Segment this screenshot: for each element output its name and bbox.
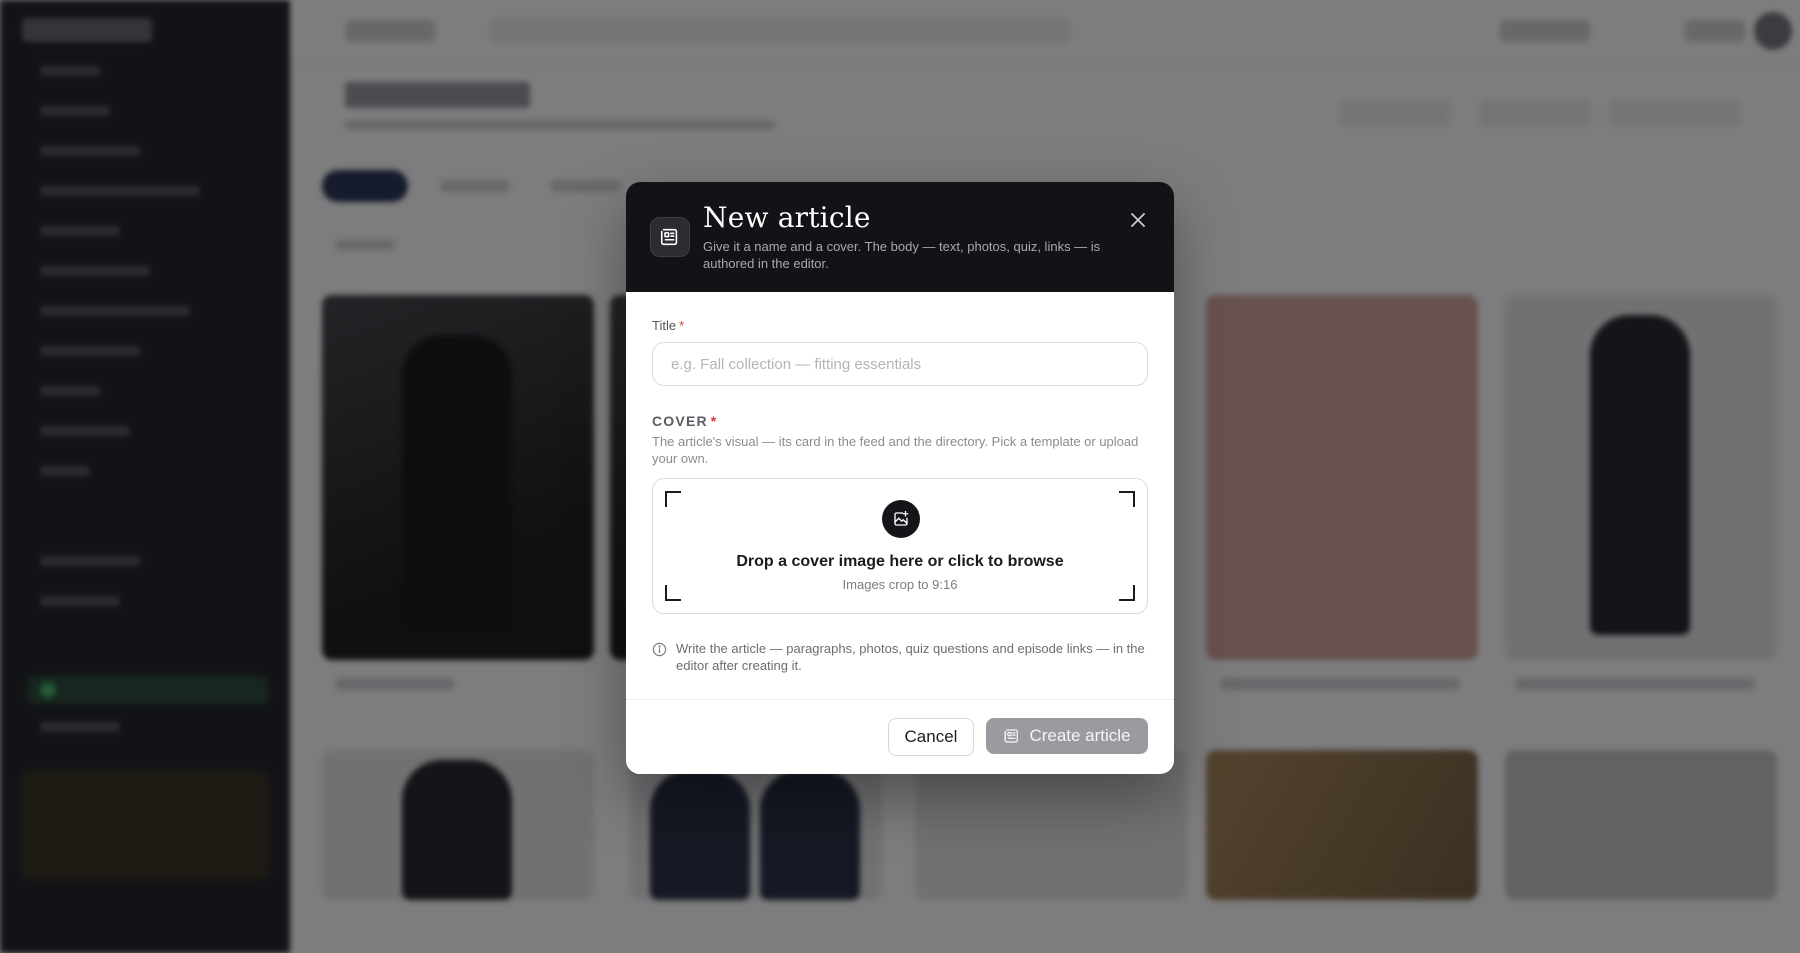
dialog-title: New article (703, 201, 871, 234)
create-article-button[interactable]: Create article (986, 718, 1148, 754)
dialog-header: New article Give it a name and a cover. … (626, 182, 1174, 292)
cover-help-text: The article's visual — its card in the f… (652, 434, 1139, 466)
cancel-button[interactable]: Cancel (888, 718, 974, 756)
close-icon[interactable] (1126, 208, 1150, 232)
newspaper-icon (1005, 729, 1019, 743)
required-mark: * (679, 318, 685, 333)
create-article-label: Create article (1029, 726, 1131, 745)
image-add-icon (882, 500, 920, 538)
cover-label: COVER * (652, 413, 717, 429)
cover-dropzone[interactable]: Drop a cover image here or click to brow… (652, 478, 1148, 614)
crop-corner (1119, 491, 1135, 507)
info-icon (652, 642, 667, 657)
title-label-text: Title (652, 318, 677, 333)
info-text: Write the article — paragraphs, photos, … (676, 641, 1145, 673)
newspaper-icon (650, 217, 690, 257)
dialog-footer: Cancel Create article (626, 699, 1174, 774)
dialog-subtitle: Give it a name and a cover. The body — t… (703, 239, 1101, 271)
required-mark: * (710, 413, 718, 429)
title-input[interactable] (652, 342, 1148, 386)
crop-corner (665, 491, 681, 507)
cover-label-text: COVER (652, 413, 708, 429)
title-label: Title * (652, 318, 684, 333)
dropzone-subtitle: Images crop to 9:16 (842, 577, 958, 592)
dropzone-title: Drop a cover image here or click to brow… (736, 553, 1064, 570)
new-article-dialog: New article Give it a name and a cover. … (626, 182, 1174, 774)
